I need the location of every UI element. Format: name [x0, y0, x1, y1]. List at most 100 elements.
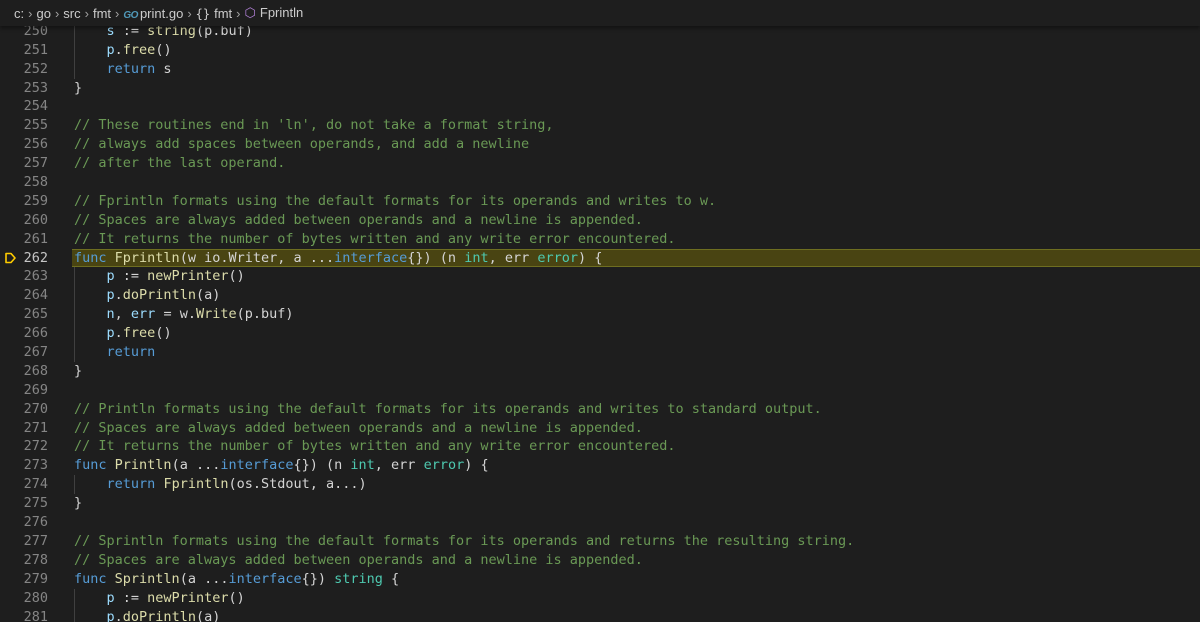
line-content: // after the last operand. [74, 154, 285, 173]
line-number: 257 [23, 155, 48, 172]
code-token: error [537, 249, 578, 266]
code-token: := [114, 589, 148, 606]
breadcrumb-label: fmt [92, 5, 112, 21]
code-line[interactable]: 263 p := newPrinter() [0, 267, 1200, 287]
code-line[interactable]: 270 // Println formats using the default … [0, 400, 1200, 419]
code-token: . [114, 325, 123, 342]
code-token: () [155, 325, 172, 342]
code-token: // Spaces are always added between opera… [74, 419, 643, 436]
line-content: // Spaces are always added between opera… [74, 211, 643, 230]
code-editor[interactable]: c: › go › src › fmt › GO print.go ›{} fmt › ⬡ Fprintln… [0, 0, 1200, 622]
go-file-icon: GO [123, 9, 138, 21]
code-token: p [106, 268, 115, 285]
code-line-current[interactable]: 262 func Fprintln(w io.Writer, a ...inter… [0, 248, 1200, 268]
code-line[interactable]: 277 // Sprintln formats using the default… [0, 532, 1200, 551]
code-token: newPrinter [147, 589, 229, 606]
code-line[interactable]: 254 [0, 97, 1200, 116]
code-token: {}) (n [293, 457, 351, 474]
code-line[interactable]: 272 // It returns the number of bytes wri… [0, 437, 1200, 456]
code-token: Fprintln [163, 476, 229, 493]
code-line[interactable]: 259 // Fprintln formats using the default… [0, 192, 1200, 211]
code-token: error [423, 457, 465, 474]
code-token: { [382, 570, 400, 587]
code-token: int [464, 249, 489, 266]
code-token: // Sprintln formats using the default fo… [74, 532, 855, 549]
code-token: func [74, 249, 107, 266]
code-token: n [106, 306, 115, 323]
code-token: } [74, 495, 83, 512]
code-line[interactable]: 257 // after the last operand. [0, 154, 1200, 173]
line-number: 277 [23, 532, 48, 549]
line-number: 279 [23, 570, 48, 587]
line-number: 276 [23, 514, 48, 531]
code-line[interactable]: 256 // always add spaces between operands… [0, 135, 1200, 154]
breadcrumb-drive[interactable]: c: [14, 6, 24, 21]
code-line[interactable]: 266 p.free() [0, 324, 1200, 344]
breadcrumb-go[interactable]: go [36, 6, 50, 21]
code-line[interactable]: 269 [0, 381, 1200, 400]
code-token: s [155, 60, 172, 77]
code-line[interactable]: 260 // Spaces are always added between op… [0, 211, 1200, 230]
line-number: 258 [23, 174, 48, 191]
code-line[interactable]: 279 func Sprintln(a ...interface{}) strin… [0, 570, 1200, 589]
code-line[interactable]: 268} [0, 362, 1200, 381]
breadcrumb-file[interactable]: GO print.go [123, 6, 183, 21]
code-line[interactable]: 274 return Fprintln(os.Stdout, a...) [0, 475, 1200, 495]
line-number: 252 [23, 60, 48, 77]
line-number: 281 [23, 608, 48, 622]
code-line[interactable]: 278 // Spaces are always added between op… [0, 551, 1200, 570]
line-number: 259 [23, 192, 48, 209]
line-content: // Spaces are always added between opera… [74, 551, 643, 570]
code-token: return [106, 60, 156, 77]
code-token: interface [228, 570, 302, 587]
line-content: // It returns the number of bytes writte… [74, 230, 675, 249]
chevron-right-icon: › [115, 5, 120, 21]
code-line[interactable]: 273 func Println(a ...interface{}) (n int… [0, 456, 1200, 475]
code-line[interactable]: 267 return [0, 343, 1200, 362]
code-token: (a) [195, 287, 221, 304]
code-token: Fprintln [114, 249, 180, 266]
code-token: // Spaces are always added between opera… [74, 551, 643, 568]
breadcrumb-fmt[interactable]: fmt [93, 6, 111, 21]
code-line[interactable]: 276 [0, 513, 1200, 532]
breadcrumb-src[interactable]: src [63, 6, 80, 21]
line-number: 273 [23, 457, 48, 474]
breadcrumb-package[interactable]: {} fmt [196, 6, 233, 21]
line-number: 255 [23, 117, 48, 134]
code-line[interactable]: 255 // These routines end in 'ln', do not… [0, 116, 1200, 135]
code-token: p [106, 287, 115, 304]
code-area[interactable]: 249 p.doPrint(a)250 s := string(p.buf)25… [0, 3, 1200, 622]
code-line[interactable]: 252 return s [0, 59, 1200, 79]
code-token: (w io.Writer, a ... [179, 249, 335, 266]
line-content: } [74, 494, 82, 513]
code-token: // always add spaces between operands, a… [74, 136, 530, 153]
code-line[interactable]: 275} [0, 494, 1200, 513]
line-content: // Fprintln formats using the default fo… [74, 192, 716, 211]
code-token: string [334, 570, 383, 587]
code-line[interactable]: 265 n, err = w.Write(p.buf) [0, 305, 1200, 325]
code-token: int [350, 457, 375, 474]
code-token: // Fprintln formats using the default fo… [74, 192, 717, 209]
breadcrumb-symbol[interactable]: ⬡ Fprintln [245, 5, 304, 21]
code-line[interactable]: 271 // Spaces are always added between op… [0, 419, 1200, 438]
code-token: } [74, 362, 83, 379]
breadcrumb-label: go [36, 5, 51, 21]
code-line[interactable]: 264 p.doPrintln(a) [0, 286, 1200, 306]
code-line[interactable]: 258 [0, 173, 1200, 192]
breadcrumb-label: c: [14, 5, 25, 21]
code-line[interactable]: 281 p.doPrintln(a) [0, 607, 1200, 622]
code-token: return [106, 344, 156, 361]
code-line[interactable]: 251 p.free() [0, 40, 1200, 60]
code-line[interactable]: 253} [0, 79, 1200, 98]
line-content: // These routines end in 'ln', do not ta… [74, 116, 554, 135]
line-number: 254 [23, 98, 48, 115]
line-number: 275 [23, 495, 48, 512]
line-content: func Sprintln(a ...interface{}) string { [74, 570, 399, 589]
line-content: return Fprintln(os.Stdout, a...) [74, 475, 367, 494]
code-token: . [114, 41, 123, 58]
code-line[interactable]: 261 // It returns the number of bytes wri… [0, 230, 1200, 249]
line-content: p.free() [74, 324, 172, 343]
code-line[interactable]: 280 p := newPrinter() [0, 588, 1200, 608]
